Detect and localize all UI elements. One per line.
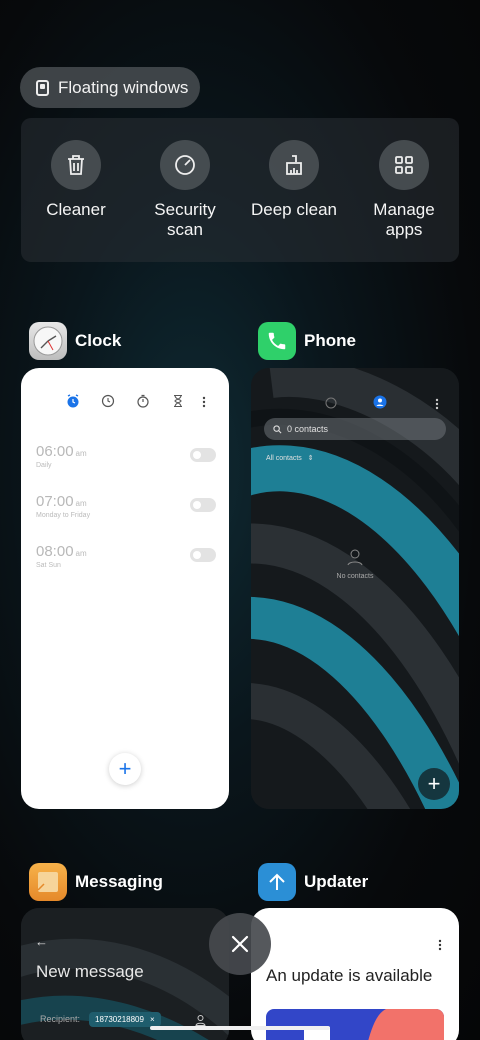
updater-app-icon	[258, 863, 296, 901]
manage-apps-label: Manage apps	[373, 200, 435, 239]
clock-tabs	[21, 394, 229, 410]
updater-app-header[interactable]: Updater	[258, 863, 368, 901]
sort-icon: ⇕	[307, 455, 314, 462]
alarm-ampm: am	[75, 499, 87, 508]
clock-app-icon	[29, 322, 67, 360]
floating-window-icon	[36, 79, 49, 96]
security-scan-button[interactable]: Security scan	[130, 140, 240, 240]
add-alarm-button[interactable]: +	[109, 753, 141, 785]
update-title: An update is available	[266, 966, 433, 985]
grid-icon	[379, 140, 429, 190]
messaging-app-card[interactable]: ← New message Recipient: 18730218809 ×	[21, 908, 229, 1040]
alarm-toggle[interactable]	[190, 498, 216, 512]
alarm-item[interactable]: 07:00 am Monday to Friday	[36, 493, 216, 529]
clock-app-card[interactable]: 06:00 am Daily 07:00 am Monday to Friday 0…	[21, 368, 229, 809]
alarm-repeat: Daily	[36, 462, 52, 469]
messaging-app-header[interactable]: Messaging	[29, 863, 163, 901]
more-options-icon[interactable]	[438, 938, 442, 956]
search-icon	[273, 424, 282, 433]
contacts-tab-icon[interactable]	[373, 395, 387, 414]
alarm-item[interactable]: 08:00 am Sat Sun	[36, 543, 216, 579]
contacts-filter[interactable]: All contacts ⇕	[266, 454, 314, 462]
timer-tab-icon[interactable]	[171, 394, 185, 413]
brush-icon	[269, 140, 319, 190]
clock-app-header[interactable]: Clock	[29, 322, 121, 360]
phone-app-header[interactable]: Phone	[258, 322, 356, 360]
updater-app-card[interactable]: An update is available	[251, 908, 459, 1040]
alarm-repeat: Monday to Friday	[36, 512, 91, 519]
remove-recipient-icon[interactable]: ×	[150, 1015, 155, 1024]
alarm-toggle[interactable]	[190, 448, 216, 462]
recipient-label: Recipient:	[40, 1014, 81, 1024]
alarm-toggle[interactable]	[190, 548, 216, 562]
recipient-number: 18730218809	[95, 1015, 144, 1024]
deep-clean-button[interactable]: Deep clean	[239, 140, 349, 220]
contacts-search-input[interactable]: 0 contacts	[264, 418, 446, 440]
clock-app-name: Clock	[75, 331, 122, 350]
alarm-time: 07:00	[36, 493, 74, 510]
manage-apps-button[interactable]: Manage apps	[349, 140, 459, 240]
messaging-app-icon	[29, 863, 67, 901]
trash-icon	[51, 140, 101, 190]
world-clock-tab-icon[interactable]	[101, 394, 115, 413]
close-all-button[interactable]	[209, 913, 271, 975]
add-contact-button[interactable]: +	[418, 768, 450, 800]
add-alarm-label: +	[118, 756, 132, 781]
alarm-ampm: am	[75, 449, 87, 458]
empty-state: No contacts	[251, 548, 459, 580]
phone-app-icon	[258, 322, 296, 360]
recents-tab-icon[interactable]	[325, 396, 337, 414]
back-arrow-icon[interactable]: ←	[35, 934, 48, 949]
floating-windows-button[interactable]: Floating windows	[20, 67, 200, 108]
phone-app-name: Phone	[304, 331, 356, 350]
stopwatch-tab-icon[interactable]	[136, 394, 150, 413]
messaging-app-name: Messaging	[75, 872, 163, 891]
recipient-chip[interactable]: 18730218809 ×	[89, 1012, 161, 1027]
quick-tools-panel: Cleaner Security scan Deep clean Manage …	[21, 118, 459, 262]
home-indicator[interactable]	[150, 1026, 330, 1030]
contacts-filter-label: All contacts	[266, 455, 302, 462]
phone-app-card[interactable]: 0 contacts All contacts ⇕ No contacts +	[251, 368, 459, 809]
search-placeholder: 0 contacts	[287, 424, 329, 434]
more-options-icon[interactable]	[202, 395, 206, 413]
add-contact-label: +	[427, 771, 441, 796]
alarm-tab-icon[interactable]	[66, 394, 80, 413]
person-icon	[347, 549, 363, 566]
updater-app-name: Updater	[304, 872, 369, 891]
security-scan-label: Security scan	[154, 200, 216, 239]
alarm-repeat: Sat Sun	[36, 562, 61, 569]
alarm-time: 06:00	[36, 443, 74, 460]
deep-clean-label: Deep clean	[250, 200, 337, 219]
cleaner-label: Cleaner	[46, 200, 106, 219]
gauge-icon	[160, 140, 210, 190]
new-message-title: New message	[36, 962, 144, 981]
alarm-ampm: am	[75, 549, 87, 558]
floating-windows-label: Floating windows	[58, 77, 189, 97]
cleaner-button[interactable]: Cleaner	[21, 140, 131, 220]
no-contacts-text: No contacts	[336, 573, 374, 580]
update-banner-image	[266, 1009, 444, 1040]
alarm-time: 08:00	[36, 543, 74, 560]
more-options-icon[interactable]	[435, 397, 439, 415]
alarm-item[interactable]: 06:00 am Daily	[36, 443, 216, 479]
close-icon	[231, 935, 249, 953]
